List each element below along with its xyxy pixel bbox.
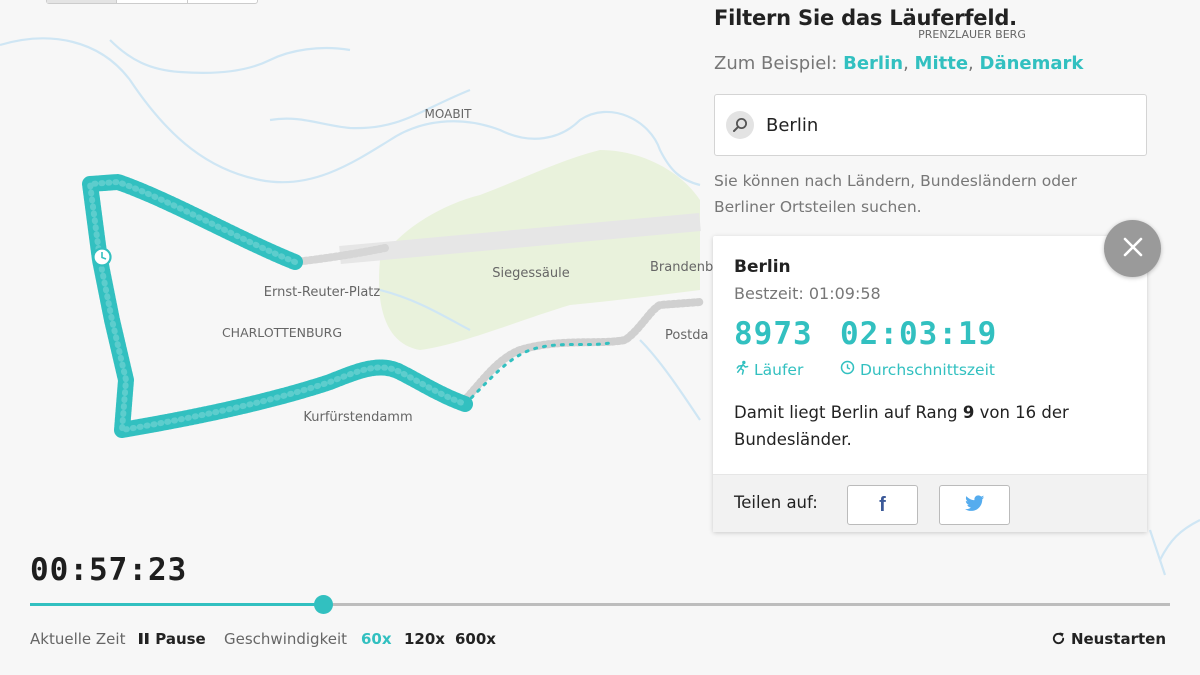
share-label: Teilen auf: <box>734 493 818 512</box>
share-facebook-button[interactable]: f <box>847 485 918 525</box>
pause-button[interactable]: Pause <box>138 630 206 649</box>
average-label-group: Durchschnittszeit <box>840 360 995 379</box>
example-link-mitte[interactable]: Mitte <box>915 53 969 74</box>
share-bar: Teilen auf: f <box>713 474 1147 532</box>
current-time-label: Aktuelle Zeit <box>30 630 126 648</box>
rank-text: Damit liegt Berlin auf Rang 9 von 16 der… <box>734 399 1114 453</box>
clock-icon <box>840 360 855 379</box>
map-label-kurfuerstendamm: Kurfürstendamm <box>303 410 412 425</box>
view-toggle-option[interactable] <box>117 0 188 3</box>
timeline-slider[interactable] <box>30 595 1170 614</box>
example-link-daenemark[interactable]: Dänemark <box>980 53 1084 74</box>
speed-label: Geschwindigkeit <box>224 630 348 648</box>
twitter-icon <box>964 494 985 516</box>
map-label-siegessaeule: Siegessäule <box>492 266 569 281</box>
search-input[interactable] <box>766 114 1126 136</box>
map-label-ernst-reuter-platz: Ernst-Reuter-Platz <box>264 285 381 300</box>
timeline-progress <box>30 603 323 606</box>
restart-label: Neustarten <box>1070 630 1166 648</box>
result-title: Berlin <box>734 257 791 277</box>
filter-examples: Zum Beispiel: Berlin, Mitte, Dänemark <box>714 53 1083 74</box>
view-toggle[interactable] <box>46 0 258 4</box>
map-label-moabit: MOABIT <box>425 107 473 121</box>
restart-button[interactable]: Neustarten <box>1051 630 1166 650</box>
result-card: Berlin Bestzeit: 01:09:58 8973 02:03:19 … <box>713 236 1147 532</box>
close-card-button[interactable] <box>1104 220 1161 277</box>
runner-icon <box>734 360 749 379</box>
rank-value: 9 <box>962 403 975 422</box>
best-time: Bestzeit: 01:09:58 <box>734 284 881 303</box>
runners-label: Läufer <box>754 360 804 379</box>
close-icon <box>1122 236 1144 262</box>
search-icon <box>726 111 754 139</box>
pause-label: Pause <box>155 630 206 648</box>
examples-prefix: Zum Beispiel: <box>714 53 838 74</box>
map-label-charlottenburg: CHARLOTTENBURG <box>222 325 342 340</box>
search-box[interactable] <box>714 94 1147 156</box>
map-label-brandenburg: Brandenb <box>650 260 713 275</box>
search-hint: Sie können nach Ländern, Bundesländern o… <box>714 168 1134 220</box>
example-link-berlin[interactable]: Berlin <box>843 53 903 74</box>
restart-icon <box>1051 631 1066 650</box>
share-twitter-button[interactable] <box>939 485 1010 525</box>
examples-separator: , <box>968 53 974 74</box>
map-label-potsdamer-platz: Postda <box>665 328 708 343</box>
speed-option-120x[interactable]: 120x <box>404 630 445 648</box>
runners-label-group: Läufer <box>734 360 803 379</box>
speed-option-60x[interactable]: 60x <box>361 630 392 648</box>
view-toggle-option[interactable] <box>188 0 257 3</box>
average-time: 02:03:19 <box>840 316 998 352</box>
view-toggle-option[interactable] <box>47 0 118 3</box>
facebook-icon: f <box>879 493 886 516</box>
pause-icon <box>138 631 150 649</box>
speed-option-600x[interactable]: 600x <box>455 630 496 648</box>
race-clock: 00:57:23 <box>30 552 188 588</box>
examples-separator: , <box>903 53 909 74</box>
clock-marker <box>92 247 112 267</box>
timeline-handle[interactable] <box>313 595 333 614</box>
runners-count: 8973 <box>734 316 813 352</box>
rank-prefix: Damit liegt Berlin auf Rang <box>734 403 958 422</box>
playback-controls: Aktuelle Zeit Pause Geschwindigkeit 60x … <box>30 630 1170 652</box>
filter-heading: Filtern Sie das Läuferfeld. <box>714 6 1017 30</box>
average-label: Durchschnittszeit <box>860 360 995 379</box>
